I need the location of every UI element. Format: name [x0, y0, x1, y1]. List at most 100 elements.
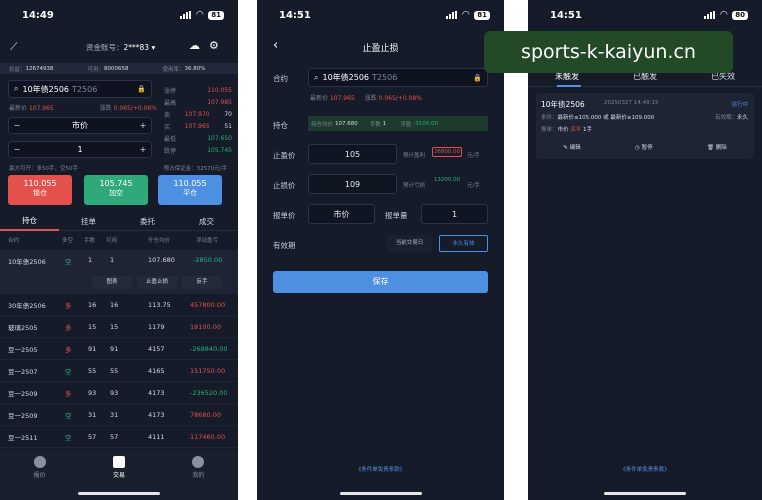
table-row[interactable]: 豆一2509 多 93 93 4173 -236520.00 — [0, 383, 238, 404]
cell-qty: 15 — [88, 323, 97, 331]
contract-search[interactable]: ⌕ 10年债2506 T2506 🔒 — [8, 80, 152, 98]
cell-name: 豆一2505 — [8, 346, 38, 354]
table-row[interactable]: 豆一2511 空 57 57 4111 117460.00 — [0, 427, 238, 448]
chevron-down-icon[interactable]: ▾ — [149, 43, 155, 52]
table-row[interactable]: 豆一2507 空 55 55 4165 151750.00 — [0, 361, 238, 382]
contract-name: 10年债2506 — [22, 84, 70, 94]
home-indicator — [78, 492, 160, 495]
search-icon: ⌕ — [14, 84, 19, 93]
table-row[interactable]: 30年债2506 多 16 16 113.75 457800.00 — [0, 295, 238, 316]
cell-price: 4157 — [148, 345, 165, 353]
account-value[interactable]: 2***83 — [124, 43, 150, 52]
close-position-button[interactable]: 110.055 平仓 — [158, 175, 222, 205]
reverse-button[interactable]: 反手 — [182, 276, 222, 289]
page-title: 止盈止损 — [362, 44, 399, 54]
validity-today-option[interactable]: 当前交易日 — [387, 235, 432, 252]
home-indicator — [604, 492, 686, 495]
add-short-button[interactable]: 105.745 加空 — [84, 175, 148, 205]
cell-qty: 55 — [88, 367, 97, 375]
watermark-banner: sports-k-kaiyun.cn — [484, 31, 733, 73]
lock-icon[interactable]: 🔒 — [137, 85, 146, 93]
wifi-icon: ◠ — [462, 10, 470, 20]
cell-price: 4173 — [148, 411, 165, 419]
cell-name: 豆一2509 — [8, 412, 38, 420]
position-tabs: 持仓 挂单 委托 成交 — [0, 212, 238, 231]
tp-sl-button[interactable]: 止盈止损 — [137, 276, 177, 289]
cell-side: 多 — [65, 390, 72, 398]
table-row[interactable]: 豆一2505 多 91 91 4157 -268840.00 — [0, 339, 238, 360]
delete-button[interactable]: 🗑 删除 — [707, 143, 727, 151]
lock-position-button[interactable]: 110.055 锁仓 — [8, 175, 72, 205]
status-time: 14:49 — [22, 9, 54, 21]
home-indicator — [339, 492, 422, 495]
cell-name: 玻璃2505 — [8, 324, 38, 332]
trade-screen: 14:49 ◠ 81 ⟋ 资金账号：2***83 ▾ ☁ ⚙ 权益： 126749… — [0, 0, 238, 500]
cell-price: 113.75 — [148, 301, 171, 309]
contract-field[interactable]: ⌕ 10年债2506 T2506 🔒 — [308, 68, 488, 87]
gear-icon[interactable]: ⚙ — [209, 39, 219, 52]
trash-icon: 🗑 — [707, 145, 716, 151]
cell-qty: 91 — [88, 345, 97, 353]
disclaimer-link[interactable]: 《条件单免责条款》 — [528, 465, 762, 473]
condition-order-card[interactable]: 10年债2506 20250327 14:49:15 运行中 条件：最新价≤10… — [536, 93, 754, 159]
minus-icon[interactable]: − — [9, 121, 25, 130]
disclaimer-link[interactable]: 《条件单免责条款》 — [257, 465, 504, 473]
plus-icon[interactable]: + — [135, 121, 151, 130]
battery-icon: 81 — [208, 10, 224, 20]
tab-positions[interactable]: 持仓 — [0, 212, 59, 231]
available-value: 8000658 — [104, 65, 129, 72]
nav-me[interactable]: 我的 — [192, 456, 204, 500]
cell-pnl: -236520.00 — [190, 389, 228, 397]
status-bar: 14:51 ◠ 81 — [257, 0, 504, 30]
stop-loss-input[interactable]: 109 — [308, 174, 397, 194]
cell-avail: 93 — [110, 389, 119, 397]
cell-side: 多 — [65, 324, 72, 332]
max-open: 最大可开：多50手，空50手 — [9, 166, 78, 172]
quote-board: 涨停 110.055 最高 107.985 卖 107.970 70 买 107.965 5… — [164, 86, 232, 155]
signal-icon — [704, 11, 716, 19]
position-summary: 持仓均价 107.680 手数 1 浮盈 -3100.00 — [308, 116, 488, 131]
selected-position[interactable]: 10年债2506 空 1 1 107.680 -2850.00 图表 止盈止损 … — [0, 250, 238, 294]
tp-estimate: 26800.00 — [432, 147, 462, 157]
pause-button[interactable]: ◷ 暂停 — [635, 143, 653, 151]
order-qty-input[interactable]: 1 — [421, 204, 488, 224]
battery-icon: 80 — [732, 10, 748, 20]
quantity-value[interactable]: 1 — [25, 145, 135, 154]
take-profit-input[interactable]: 105 — [308, 144, 397, 164]
cell-avail: 55 — [110, 367, 119, 375]
signal-icon — [180, 11, 192, 19]
cloud-icon[interactable]: ☁ — [189, 39, 200, 52]
save-button[interactable]: 保存 — [273, 271, 488, 293]
validity-permanent-option[interactable]: 永久有效 — [439, 235, 488, 252]
cell-name: 豆一2509 — [8, 390, 38, 398]
order-price-select[interactable]: 市价 — [308, 204, 375, 224]
last-price: 107.965 — [329, 95, 355, 102]
minus-icon[interactable]: − — [9, 145, 25, 154]
cell-pnl: 78680.00 — [190, 411, 222, 419]
tab-orders[interactable]: 委托 — [118, 216, 177, 227]
price-type-stepper: − 市价 + — [8, 117, 152, 134]
chart-button[interactable]: 图表 — [92, 276, 132, 289]
cell-side: 多 — [65, 346, 72, 354]
tab-pending[interactable]: 挂单 — [59, 216, 118, 227]
signal-icon — [446, 11, 458, 19]
cell-avail: 57 — [110, 433, 119, 441]
cell-avail: 31 — [110, 411, 119, 419]
tab-trades[interactable]: 成交 — [177, 216, 236, 227]
price-type[interactable]: 市价 — [25, 120, 135, 131]
table-row[interactable]: 豆一2509 空 31 31 4173 78680.00 — [0, 405, 238, 426]
cell-avail: 91 — [110, 345, 119, 353]
cell-qty: 57 — [88, 433, 97, 441]
cell-pnl: 18100.00 — [190, 323, 222, 331]
chart-icon[interactable]: ⟋ — [10, 40, 18, 54]
usage-value: 36.80% — [184, 65, 206, 72]
quotes-icon — [33, 456, 46, 468]
edit-button[interactable]: ✎ 编辑 — [563, 143, 580, 151]
cell-pnl: 151750.00 — [190, 367, 226, 375]
plus-icon[interactable]: + — [135, 145, 151, 154]
active-tab-indicator — [557, 85, 581, 87]
table-row[interactable]: 玻璃2505 多 15 15 1179 18100.00 — [0, 317, 238, 338]
lock-icon: 🔒 — [473, 73, 482, 82]
nav-quotes[interactable]: 报价 — [33, 456, 46, 500]
cell-side: 多 — [65, 302, 72, 310]
